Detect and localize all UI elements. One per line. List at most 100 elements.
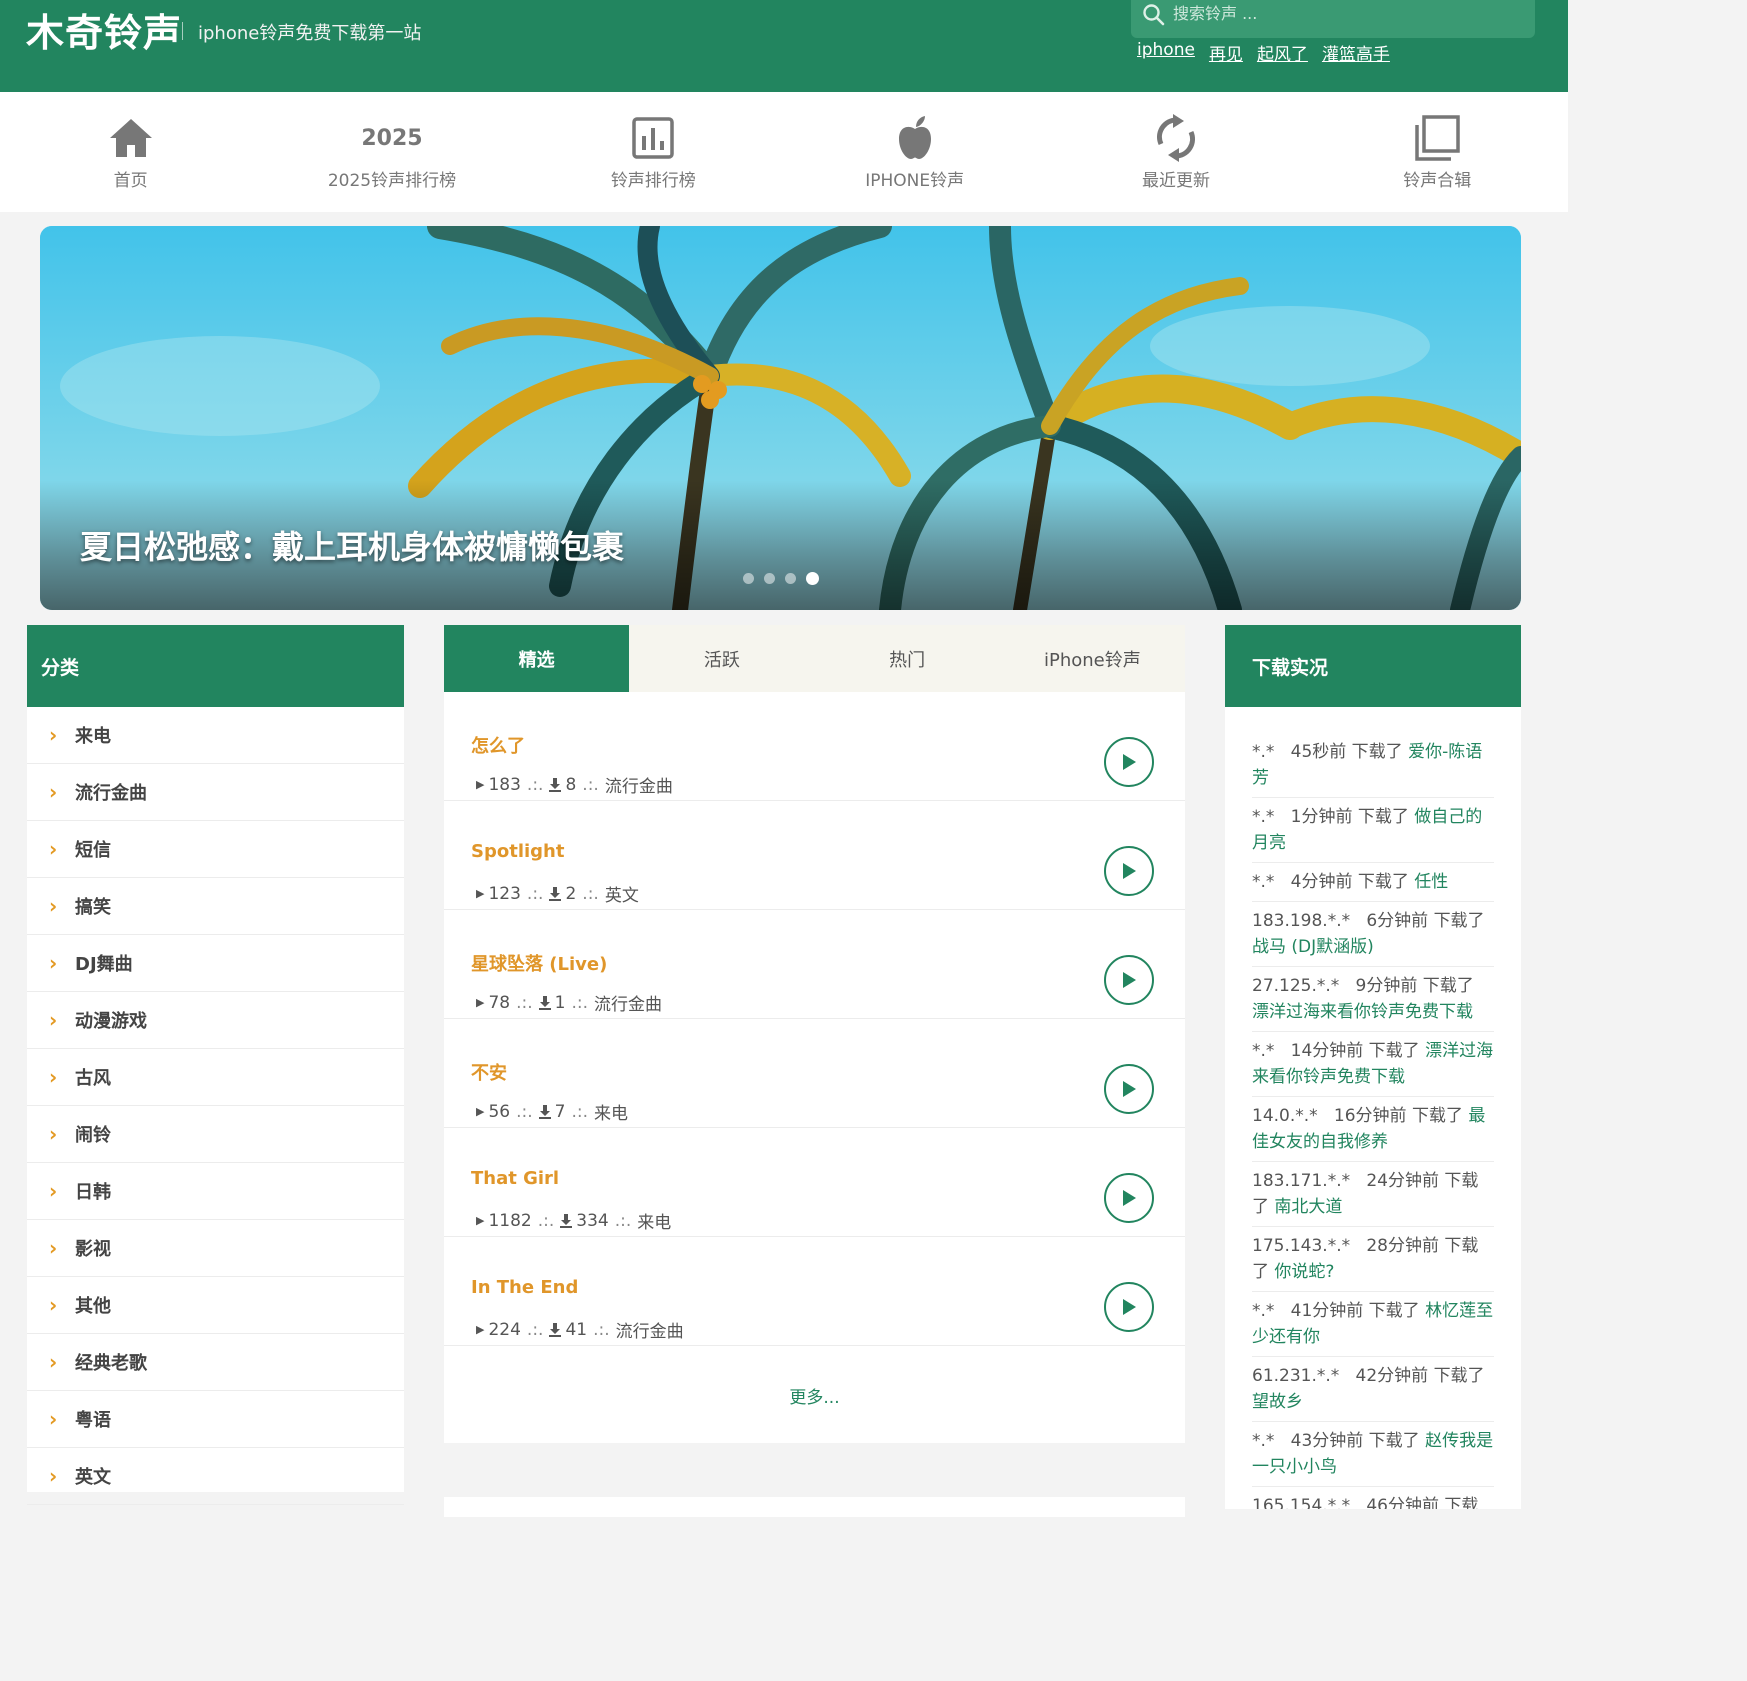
play-button[interactable] <box>1104 737 1154 787</box>
play-button[interactable] <box>1104 1064 1154 1114</box>
nav-item-recent[interactable]: 最近更新 <box>1045 92 1306 212</box>
download-time: 42分钟前 <box>1355 1366 1429 1386</box>
hot-link-qifengle[interactable]: 起风了 <box>1257 40 1308 65</box>
downloaded-song-link[interactable]: 漂洋过海来看你铃声免费下载 <box>1252 1002 1473 1022</box>
chevron-right-icon: › <box>49 1350 58 1374</box>
chevron-right-icon: › <box>49 951 58 975</box>
ringtone-category[interactable]: 流行金曲 <box>605 772 673 797</box>
ringtone-title[interactable]: 不安 <box>471 1059 507 1085</box>
tab-hot[interactable]: 热门 <box>815 625 1000 692</box>
search-input[interactable] <box>1171 0 1525 26</box>
download-count: 2 <box>565 883 577 904</box>
category-label: 日韩 <box>75 1182 111 1203</box>
download-time: 46分钟前 <box>1366 1496 1439 1509</box>
hot-link-zaijian[interactable]: 再见 <box>1209 40 1243 65</box>
nav-item-chart[interactable]: 铃声排行榜 <box>523 92 784 212</box>
downloaded-song-link[interactable]: 战马 (DJ默涵版) <box>1252 937 1374 957</box>
download-time: 24分钟前 <box>1366 1171 1439 1191</box>
download-count: 1 <box>554 992 566 1013</box>
downloader-ip: 175.143.*.* <box>1252 1236 1351 1256</box>
ringtone-title[interactable]: 怎么了 <box>471 732 525 758</box>
ringtone-category[interactable]: 流行金曲 <box>594 990 662 1015</box>
category-sidebar: 分类 › 来电 › 流行金曲 › 短信 › 搞笑 › DJ舞曲 › 动漫游戏 › 古风 › 闹铃 › 日韩 › 影视 ›… <box>27 625 404 1505</box>
play-button[interactable] <box>1104 1282 1154 1332</box>
ringtone-category[interactable]: 来电 <box>637 1208 671 1233</box>
hero-banner[interactable]: 夏日松弛感：戴上耳机身体被慵懒包裹 <box>40 226 1521 610</box>
play-count: 1182 <box>488 1210 532 1231</box>
download-verb: 下载了 <box>1368 1431 1420 1451</box>
tab-iphone-ringtones[interactable]: iPhone铃声 <box>1000 625 1185 692</box>
category-label: 经典老歌 <box>75 1353 147 1374</box>
category-item[interactable]: › 动漫游戏 <box>27 992 404 1049</box>
downloader-ip: 61.231.*.* <box>1252 1366 1340 1386</box>
nav-item-iphone[interactable]: IPHONE铃声 <box>784 92 1045 212</box>
download-icon <box>538 1104 551 1119</box>
download-feed-item: 27.125.*.* 9分钟前 下载了 漂洋过海来看你铃声免费下载 <box>1252 967 1494 1032</box>
hot-link-slamdunk[interactable]: 灌篮高手 <box>1322 40 1390 65</box>
play-button[interactable] <box>1104 1173 1154 1223</box>
tab-active[interactable]: 活跃 <box>629 625 814 692</box>
category-item[interactable]: › DJ舞曲 <box>27 935 404 992</box>
hot-link-iphone[interactable]: iphone <box>1137 40 1195 65</box>
ringtone-category[interactable]: 流行金曲 <box>616 1317 684 1342</box>
nav-item-collection[interactable]: 铃声合辑 <box>1307 92 1568 212</box>
nav-item-2025-chart[interactable]: 2025 2025铃声排行榜 <box>261 92 522 212</box>
category-item[interactable]: › 其他 <box>27 1277 404 1334</box>
category-item[interactable]: › 古风 <box>27 1049 404 1106</box>
play-button[interactable] <box>1104 955 1154 1005</box>
search-box[interactable] <box>1131 0 1535 38</box>
category-item[interactable]: › 英文 <box>27 1448 404 1505</box>
category-item[interactable]: › 来电 <box>27 707 404 764</box>
ringtone-meta: ▶ 123.:. 2.:. 英文 <box>476 881 639 907</box>
ringtone-title[interactable]: That Girl <box>471 1168 559 1189</box>
site-tagline: iphone铃声免费下载第一站 <box>198 23 422 44</box>
downloader-ip: 183.171.*.* <box>1252 1171 1351 1191</box>
downloaded-song-link[interactable]: 任性 <box>1414 872 1448 892</box>
main-nav: 首页 2025 2025铃声排行榜 铃声排行榜 IPHONE铃声 最近更新 铃声… <box>0 92 1568 212</box>
ringtone-title[interactable]: 星球坠落 (Live) <box>471 950 607 976</box>
nav-label-2025-chart: 2025铃声排行榜 <box>327 171 457 191</box>
download-time: 28分钟前 <box>1366 1236 1439 1256</box>
category-item[interactable]: › 影视 <box>27 1220 404 1277</box>
download-verb: 下载了 <box>1357 872 1409 892</box>
carousel-dot-2[interactable] <box>764 573 775 584</box>
downloaded-song-link[interactable]: 南北大道 <box>1274 1197 1342 1217</box>
nav-item-home[interactable]: 首页 <box>0 92 261 212</box>
category-item[interactable]: › 经典老歌 <box>27 1334 404 1391</box>
category-item[interactable]: › 流行金曲 <box>27 764 404 821</box>
carousel-dot-4[interactable] <box>806 572 819 585</box>
chevron-right-icon: › <box>49 1122 58 1146</box>
banner-title[interactable]: 夏日松弛感：戴上耳机身体被慵懒包裹 <box>80 522 624 568</box>
carousel-dot-1[interactable] <box>743 573 754 584</box>
play-button[interactable] <box>1104 846 1154 896</box>
more-link[interactable]: 更多... <box>444 1383 1185 1408</box>
search-icon[interactable] <box>1141 2 1167 28</box>
download-count: 334 <box>576 1210 609 1231</box>
category-item[interactable]: › 搞笑 <box>27 878 404 935</box>
meta-separator: .:. <box>593 1319 610 1340</box>
meta-separator: .:. <box>582 774 599 795</box>
ringtone-row: 星球坠落 (Live) ▶ 78.:. 1.:. 流行金曲 <box>444 910 1185 1019</box>
meta-separator: .:. <box>571 992 589 1013</box>
ringtone-meta: ▶ 1182.:. 334.:. 来电 <box>476 1208 671 1234</box>
downloaded-song-link[interactable]: 你说蛇? <box>1274 1262 1334 1282</box>
category-item[interactable]: › 粤语 <box>27 1391 404 1448</box>
category-item[interactable]: › 日韩 <box>27 1163 404 1220</box>
chevron-right-icon: › <box>49 1236 58 1260</box>
tab-featured[interactable]: 精选 <box>444 625 630 692</box>
download-feed-item: *.* 41分钟前 下载了 林忆莲至少还有你 <box>1252 1292 1494 1357</box>
download-time: 1分钟前 <box>1290 807 1353 827</box>
ringtone-title[interactable]: Spotlight <box>471 841 564 862</box>
download-verb: 下载了 <box>1433 1366 1485 1386</box>
category-item[interactable]: › 闹铃 <box>27 1106 404 1163</box>
site-logo[interactable]: 木奇铃声 <box>26 2 182 57</box>
ringtone-title[interactable]: In The End <box>471 1277 578 1298</box>
category-item[interactable]: › 短信 <box>27 821 404 878</box>
downloader-ip: *.* <box>1252 742 1275 762</box>
ringtone-category[interactable]: 来电 <box>594 1099 628 1124</box>
play-count-icon: ▶ <box>476 996 485 1009</box>
ringtone-category[interactable]: 英文 <box>605 881 639 906</box>
carousel-dot-3[interactable] <box>785 573 796 584</box>
downloader-ip: *.* <box>1252 872 1275 892</box>
downloaded-song-link[interactable]: 望故乡 <box>1252 1392 1303 1412</box>
